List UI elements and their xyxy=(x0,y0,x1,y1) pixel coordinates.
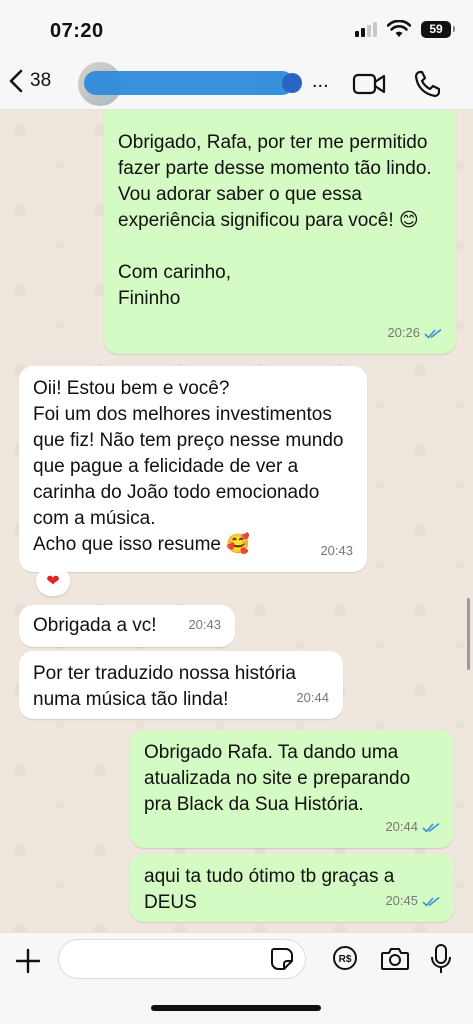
message-bubble-outgoing[interactable]: Obrigado Rafa. Ta dando uma atualizada n… xyxy=(130,730,454,848)
scrollbar[interactable] xyxy=(467,598,470,670)
chevron-left-icon xyxy=(9,69,23,93)
video-call-button[interactable] xyxy=(352,72,386,96)
message-time: 20:26 xyxy=(387,325,420,340)
message-bubble-incoming[interactable]: Obrigada a vc! 20:43 xyxy=(19,605,235,647)
message-composer: R$ xyxy=(0,932,473,1024)
battery-indicator: 59 xyxy=(421,20,455,38)
unread-count: 38 xyxy=(30,70,52,91)
cellular-signal-icon xyxy=(355,21,377,37)
message-bubble-outgoing[interactable]: aqui ta tudo ótimo tb graças a DEUS 20:4… xyxy=(130,854,454,922)
message-input[interactable] xyxy=(58,939,306,979)
message-time: 20:43 xyxy=(320,543,353,558)
status-time: 07:20 xyxy=(50,20,104,42)
read-ticks-icon xyxy=(422,822,440,833)
svg-text:R$: R$ xyxy=(339,954,352,965)
heart-reaction[interactable]: ❤ xyxy=(36,566,70,596)
message-text: Por ter traduzido nossa história numa mú… xyxy=(33,663,296,710)
message-meta: 20:43 xyxy=(320,538,353,564)
message-text: Obrigado Rafa. Ta dando uma atualizada n… xyxy=(144,742,411,815)
plus-icon[interactable] xyxy=(14,947,42,975)
message-bubble-incoming[interactable]: Por ter traduzido nossa história numa mú… xyxy=(19,651,343,719)
message-meta: 20:44 xyxy=(385,814,440,840)
message-text: Obrigado, Rafa, por ter me permitido faz… xyxy=(118,132,432,309)
contact-name-redacted[interactable] xyxy=(84,71,302,95)
read-ticks-icon xyxy=(422,896,440,907)
currency-icon[interactable]: R$ xyxy=(332,945,358,971)
chat-area[interactable]: Obrigado, Rafa, por ter me permitido faz… xyxy=(0,110,473,932)
microphone-icon[interactable] xyxy=(430,943,452,975)
message-time: 20:44 xyxy=(296,690,329,705)
status-bar: 07:20 59 xyxy=(0,0,473,58)
message-text: Oii! Estou bem e você? Foi um dos melhor… xyxy=(33,378,344,555)
wifi-icon xyxy=(387,20,411,37)
message-bubble-incoming[interactable]: Oii! Estou bem e você? Foi um dos melhor… xyxy=(19,366,367,572)
voice-call-button[interactable] xyxy=(414,70,440,98)
message-meta: 20:26 xyxy=(387,320,442,346)
sticker-icon[interactable] xyxy=(270,947,294,971)
camera-icon[interactable] xyxy=(380,946,410,972)
back-button[interactable]: 38 xyxy=(8,68,51,94)
contact-name-ellipsis: ... xyxy=(312,70,329,92)
message-meta: 20:45 xyxy=(385,888,440,914)
home-indicator xyxy=(151,1005,321,1011)
message-time: 20:45 xyxy=(385,893,418,908)
chat-header: 38 ... xyxy=(0,58,473,110)
message-bubble-outgoing[interactable]: Obrigado, Rafa, por ter me permitido faz… xyxy=(104,110,456,354)
message-meta: 20:43 xyxy=(188,612,221,638)
status-icons: 59 xyxy=(355,20,455,38)
message-time: 20:43 xyxy=(188,617,221,632)
message-time: 20:44 xyxy=(385,819,418,834)
message-meta: 20:44 xyxy=(296,685,329,711)
read-ticks-icon xyxy=(424,328,442,339)
